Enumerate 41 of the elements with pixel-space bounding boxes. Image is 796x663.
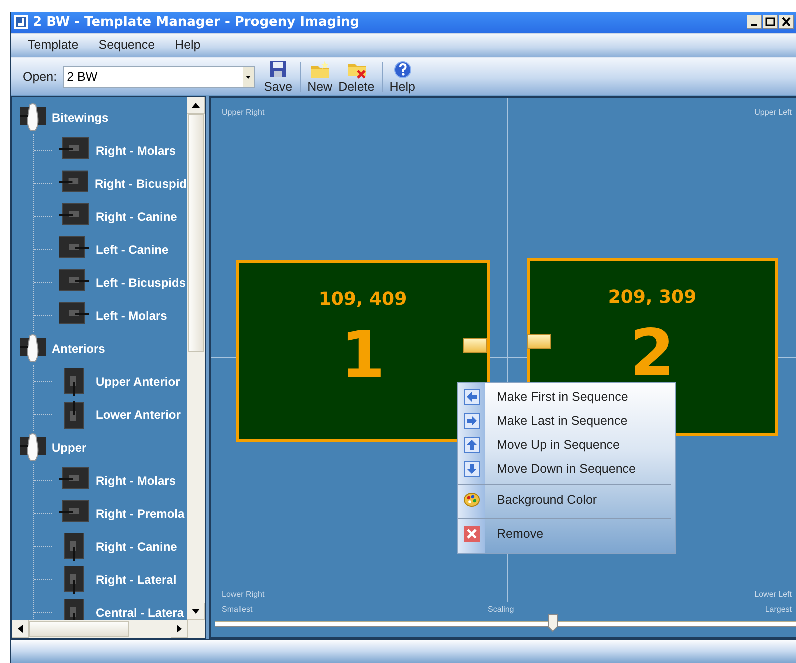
tree-item[interactable]: Upper Anterior bbox=[96, 374, 180, 389]
template-dropdown[interactable]: 2 BW bbox=[63, 66, 256, 88]
position-text: 109, 409 bbox=[318, 289, 408, 310]
tree-item[interactable]: Lower Anterior bbox=[96, 408, 181, 422]
tree-item[interactable]: Left - Bicuspids bbox=[96, 276, 186, 290]
tree-item[interactable]: Right - Molars bbox=[96, 144, 176, 158]
quadrant-label: Lower Right bbox=[222, 590, 265, 600]
tree-item[interactable]: Right - Lateral bbox=[96, 572, 177, 587]
tree-item[interactable]: Right - Premola bbox=[96, 506, 185, 521]
delete-button[interactable]: Delete bbox=[336, 60, 378, 94]
context-menu-item[interactable]: Remove bbox=[485, 527, 544, 542]
slider-min-label: Smallest bbox=[222, 605, 253, 614]
tree-item[interactable]: Right - Bicuspid bbox=[95, 176, 187, 191]
quadrant-label: Lower Left bbox=[754, 590, 792, 600]
tree-item[interactable]: Central - Latera bbox=[96, 606, 184, 620]
help-button[interactable]: Help bbox=[386, 60, 418, 94]
sequence-number: 1 bbox=[340, 324, 386, 388]
sequence-number: 2 bbox=[630, 322, 675, 386]
new-button[interactable]: New bbox=[304, 60, 336, 94]
slider-label: Scaling bbox=[488, 605, 514, 614]
window-title: 2 BW - Template Manager - Progeny Imaging bbox=[33, 14, 361, 30]
menu-item[interactable]: Help bbox=[165, 38, 211, 52]
position-text: 209, 309 bbox=[608, 287, 697, 308]
tree-group[interactable]: Bitewings bbox=[52, 110, 109, 125]
tree-item[interactable]: Right - Molars bbox=[96, 474, 176, 488]
image-slot[interactable]: 109, 409 1 bbox=[236, 260, 490, 442]
slider-max-label: Largest bbox=[765, 605, 792, 614]
context-menu-item[interactable]: Background Color bbox=[485, 493, 598, 508]
context-menu-item[interactable]: Move Down in Sequence bbox=[485, 462, 636, 476]
tree-item[interactable]: Left - Molars bbox=[96, 308, 168, 323]
quadrant-label: Upper Left bbox=[754, 108, 792, 118]
tree-group[interactable]: Upper bbox=[52, 440, 87, 455]
menu-item[interactable]: Template bbox=[18, 38, 89, 52]
tree-item[interactable]: Right - Canine bbox=[96, 210, 178, 224]
menu-item[interactable]: Sequence bbox=[88, 38, 166, 52]
tree-group[interactable]: Anteriors bbox=[52, 342, 106, 356]
tree-item[interactable]: Left - Canine bbox=[96, 242, 169, 257]
quadrant-label: Upper Right bbox=[222, 108, 265, 118]
tree-item[interactable]: Right - Canine bbox=[96, 540, 178, 554]
save-button[interactable]: Save bbox=[261, 60, 296, 94]
open-label: Open: bbox=[23, 70, 58, 84]
